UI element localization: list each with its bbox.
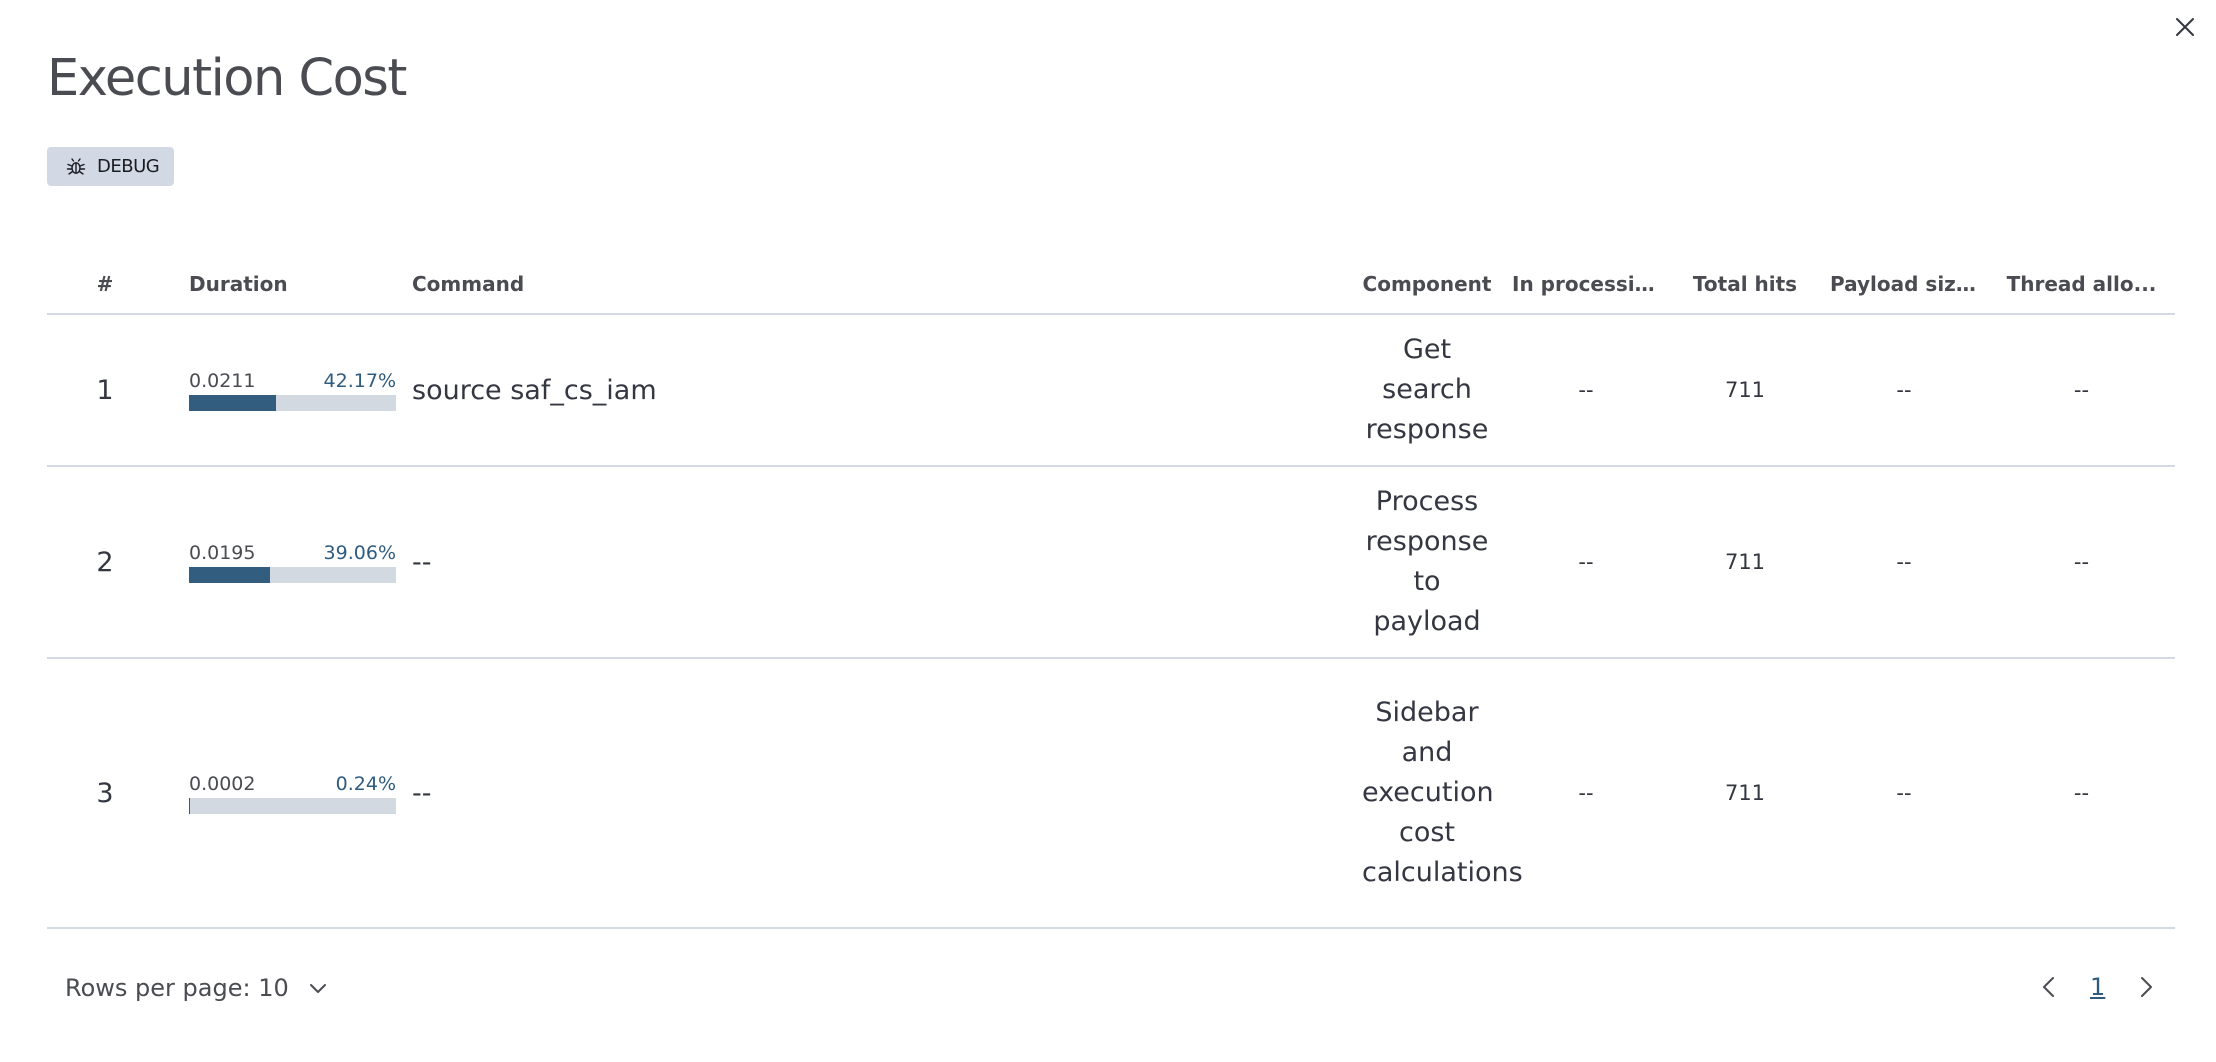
thread-alloc-cell: -- — [1988, 314, 2175, 467]
page-button-1[interactable]: 1 — [2090, 973, 2105, 1001]
execution-cost-table: # Duration Command Component In processi… — [47, 254, 2175, 929]
chevron-left-icon — [2043, 977, 2054, 997]
table-header-row: # Duration Command Component In processi… — [47, 254, 2175, 315]
column-header-payload-size[interactable]: Payload siz... — [1820, 254, 1988, 315]
table-row: 3 0.0002 0.24% -- Sidebar and execution … — [47, 658, 2175, 929]
in-processing-cell: -- — [1502, 658, 1670, 929]
chevron-right-icon — [2141, 977, 2153, 997]
in-processing-cell: -- — [1502, 466, 1670, 659]
column-header-duration[interactable]: Duration — [163, 254, 402, 315]
duration-meter: 0.0211 42.17% — [189, 369, 396, 411]
component-cell: Sidebar and execution cost calculations — [1352, 658, 1523, 929]
close-icon — [2176, 18, 2194, 36]
duration-cell: 0.0211 42.17% — [163, 314, 402, 467]
pagination: 1 — [2034, 972, 2161, 1002]
rows-per-page-label: Rows per page: 10 — [65, 974, 289, 1002]
payload-size-cell: -- — [1820, 658, 1988, 929]
current-page-number: 1 — [2090, 973, 2106, 1001]
duration-bar — [189, 798, 396, 814]
close-button[interactable] — [2170, 12, 2200, 42]
total-hits-cell: 711 — [1670, 658, 1820, 929]
column-header-in-processing[interactable]: In processing — [1502, 254, 1670, 315]
table-row: 2 0.0195 39.06% -- Process response to p… — [47, 466, 2175, 659]
column-header-num[interactable]: # — [47, 254, 163, 315]
total-hits-cell: 711 — [1670, 466, 1820, 659]
command-cell: -- — [402, 466, 1352, 659]
duration-percent: 42.17% — [323, 370, 396, 392]
column-header-command[interactable]: Command — [402, 254, 1352, 315]
in-processing-cell: -- — [1502, 314, 1670, 467]
column-header-component[interactable]: Component — [1352, 254, 1502, 315]
duration-bar — [189, 567, 396, 583]
command-cell: source saf_cs_iam — [402, 314, 1352, 467]
thread-alloc-cell: -- — [1988, 658, 2175, 929]
column-header-thread-alloc[interactable]: Thread allo... — [1988, 254, 2175, 315]
duration-value: 0.0211 — [189, 370, 256, 392]
duration-bar-fill — [189, 395, 277, 411]
previous-page-button[interactable] — [2034, 972, 2064, 1002]
column-header-total-hits[interactable]: Total hits — [1670, 254, 1820, 315]
total-hits-cell: 711 — [1670, 314, 1820, 467]
chevron-down-icon — [309, 984, 326, 993]
duration-meter: 0.0002 0.24% — [189, 772, 396, 814]
execution-cost-modal: Execution Cost DEBUG # Duration Command … — [0, 0, 2216, 1062]
duration-value: 0.0195 — [189, 542, 256, 564]
duration-bar-fill — [189, 567, 270, 583]
duration-bar — [189, 395, 396, 411]
component-cell: Get search response — [1352, 314, 1502, 467]
payload-size-cell: -- — [1820, 466, 1988, 659]
duration-percent: 39.06% — [323, 542, 396, 564]
table-row: 1 0.0211 42.17% source saf_cs_iam Get se… — [47, 314, 2175, 467]
duration-cell: 0.0195 39.06% — [163, 466, 402, 659]
thread-alloc-cell: -- — [1988, 466, 2175, 659]
page-title: Execution Cost — [47, 49, 407, 108]
duration-cell: 0.0002 0.24% — [163, 658, 402, 929]
command-cell: -- — [402, 658, 1352, 929]
duration-meter: 0.0195 39.06% — [189, 541, 396, 583]
row-number: 2 — [47, 466, 163, 659]
debug-button[interactable]: DEBUG — [47, 147, 174, 186]
payload-size-cell: -- — [1820, 314, 1988, 467]
debug-button-label: DEBUG — [97, 156, 160, 177]
next-page-button[interactable] — [2131, 972, 2161, 1002]
component-cell: Process response to payload — [1352, 466, 1502, 659]
duration-percent: 0.24% — [335, 773, 396, 795]
row-number: 1 — [47, 314, 163, 467]
duration-bar-fill — [189, 798, 191, 814]
row-number: 3 — [47, 658, 163, 929]
duration-value: 0.0002 — [189, 773, 256, 795]
bug-icon — [66, 157, 86, 175]
rows-per-page-button[interactable]: Rows per page: 10 — [65, 974, 331, 1002]
